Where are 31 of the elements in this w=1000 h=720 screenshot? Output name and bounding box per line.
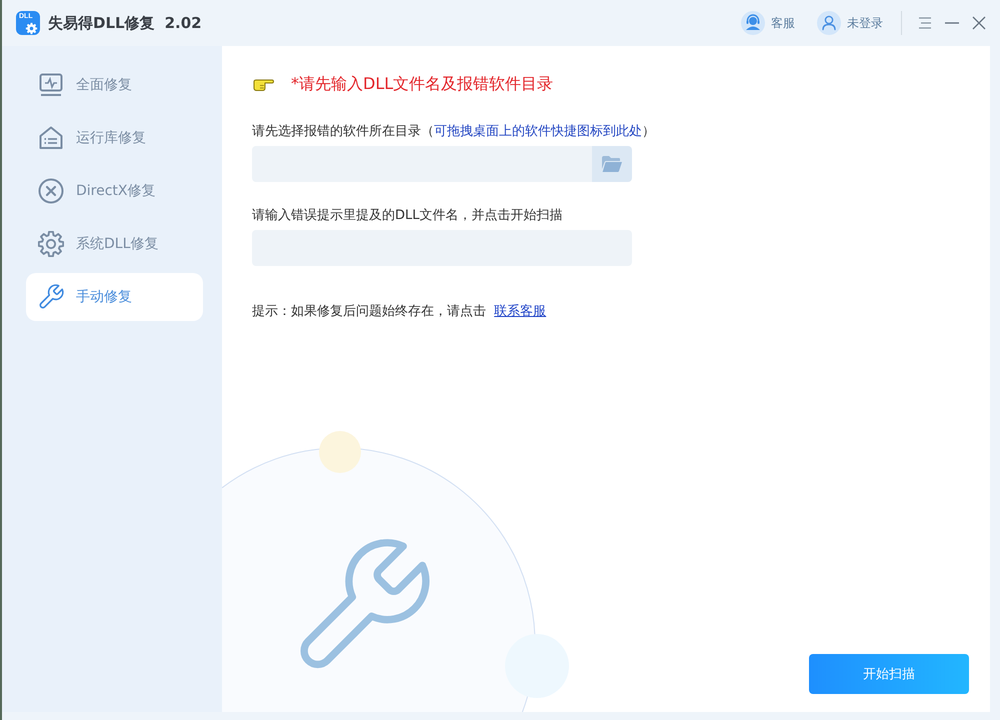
- contact-support-link[interactable]: 联系客服: [494, 304, 546, 319]
- folder-icon: [602, 156, 622, 172]
- sidebar-item[interactable]: 运行库修复: [26, 114, 203, 162]
- support-button[interactable]: 客服: [741, 11, 795, 35]
- field-label: 请先选择报错的软件所在目录（可拖拽桌面上的软件快捷图标到此处）: [252, 123, 655, 140]
- minimize-icon[interactable]: [945, 22, 959, 24]
- version-label: 2.02: [164, 14, 202, 32]
- x-circle-icon: [38, 178, 64, 204]
- close-icon[interactable]: [972, 16, 986, 30]
- start-scan-button[interactable]: 开始扫描: [809, 654, 969, 694]
- sidebar-item[interactable]: 系统DLL修复: [26, 220, 203, 268]
- sidebar-item[interactable]: 手动修复: [26, 273, 203, 321]
- monitor-icon: [38, 72, 64, 98]
- headset-icon: [741, 11, 765, 35]
- login-button[interactable]: 未登录: [817, 11, 883, 35]
- window-title: 失易得DLL修复: [48, 14, 155, 32]
- user-icon: [817, 11, 841, 35]
- list-house-icon: [38, 125, 64, 151]
- small-circle: [319, 431, 361, 473]
- pointing-hand-icon: [252, 78, 274, 92]
- small-circle: [505, 634, 569, 698]
- sidebar-item[interactable]: 全面修复: [26, 61, 203, 109]
- menu-icon[interactable]: [918, 16, 932, 30]
- tip-text: 提示：如果修复后问题始终存在，请点击 联系客服: [252, 303, 546, 320]
- sidebar-item[interactable]: DirectX修复: [26, 167, 203, 215]
- gear-icon: [38, 231, 64, 257]
- field-label: 请输入错误提示里提及的DLL文件名，并点击开始扫描: [252, 207, 562, 224]
- browse-button[interactable]: [592, 146, 632, 182]
- directory-field[interactable]: [252, 146, 592, 182]
- wrench-icon: [38, 284, 64, 310]
- notice-text: *请先输入DLL文件名及报错软件目录: [291, 74, 554, 95]
